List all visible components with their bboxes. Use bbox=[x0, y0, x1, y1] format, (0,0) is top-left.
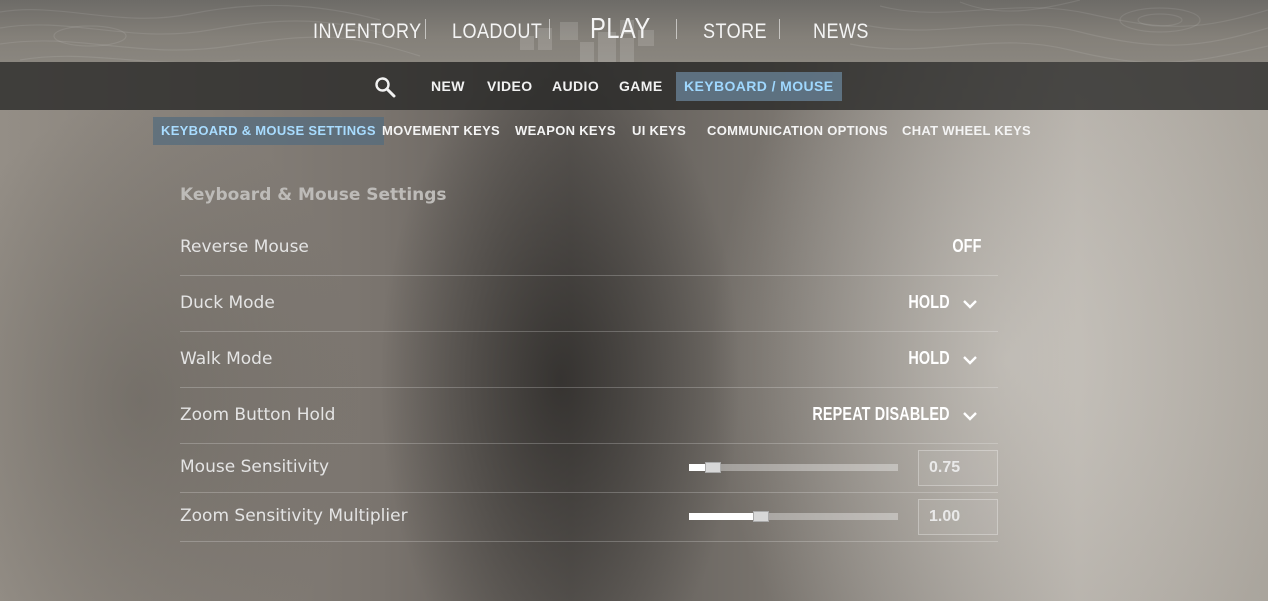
settings-tab-video[interactable]: VIDEO bbox=[479, 72, 541, 101]
nav-separator bbox=[676, 19, 677, 39]
setting-row-reverse-mouse: Reverse Mouse OFF bbox=[180, 220, 998, 276]
category-tab-ui-keys[interactable]: UI KEYS bbox=[624, 117, 694, 145]
slider-fill bbox=[689, 513, 761, 520]
settings-tab-game[interactable]: GAME bbox=[611, 72, 671, 101]
nav-separator bbox=[779, 19, 780, 39]
settings-nav-bar: NEW VIDEO AUDIO GAME KEYBOARD / MOUSE bbox=[0, 62, 1268, 110]
settings-tab-audio[interactable]: AUDIO bbox=[544, 72, 607, 101]
mouse-sensitivity-slider[interactable] bbox=[689, 462, 898, 473]
chevron-down-icon[interactable] bbox=[962, 299, 978, 309]
nav-loadout[interactable]: LOADOUT bbox=[452, 14, 542, 50]
nav-inventory[interactable]: INVENTORY bbox=[313, 14, 422, 50]
chevron-down-icon[interactable] bbox=[962, 355, 978, 365]
zoom-sensitivity-slider[interactable] bbox=[689, 511, 898, 522]
setting-row-walk-mode: Walk Mode HOLD bbox=[180, 332, 998, 388]
setting-row-mouse-sensitivity: Mouse Sensitivity 0.75 bbox=[180, 444, 998, 493]
nav-play[interactable]: PLAY bbox=[590, 11, 651, 47]
walk-mode-dropdown[interactable]: HOLD bbox=[909, 348, 950, 369]
setting-row-zoom-button-hold: Zoom Button Hold REPEAT DISABLED bbox=[180, 388, 998, 444]
setting-row-zoom-sensitivity-multiplier: Zoom Sensitivity Multiplier 1.00 bbox=[180, 493, 998, 542]
setting-label: Reverse Mouse bbox=[180, 237, 309, 257]
duck-mode-dropdown[interactable]: HOLD bbox=[909, 292, 950, 313]
zoom-sensitivity-input[interactable]: 1.00 bbox=[918, 499, 998, 535]
setting-row-duck-mode: Duck Mode HOLD bbox=[180, 276, 998, 332]
category-tab-chat-wheel-keys[interactable]: CHAT WHEEL KEYS bbox=[894, 117, 1039, 145]
mouse-sensitivity-input[interactable]: 0.75 bbox=[918, 450, 998, 486]
slider-handle[interactable] bbox=[705, 462, 721, 473]
nav-news[interactable]: NEWS bbox=[813, 14, 869, 50]
category-tab-communication-options[interactable]: COMMUNICATION OPTIONS bbox=[699, 117, 896, 145]
zoom-button-hold-dropdown[interactable]: REPEAT DISABLED bbox=[813, 404, 950, 425]
nav-store[interactable]: STORE bbox=[703, 14, 767, 50]
chevron-down-icon[interactable] bbox=[962, 411, 978, 421]
main-nav-bar: INVENTORY LOADOUT PLAY STORE NEWS bbox=[0, 0, 1268, 62]
setting-label: Zoom Button Hold bbox=[180, 405, 336, 425]
slider-handle[interactable] bbox=[753, 511, 769, 522]
settings-tab-new[interactable]: NEW bbox=[423, 72, 473, 101]
settings-tab-keyboard-mouse[interactable]: KEYBOARD / MOUSE bbox=[676, 72, 842, 101]
category-tab-keyboard-mouse-settings[interactable]: KEYBOARD & MOUSE SETTINGS bbox=[153, 117, 384, 145]
nav-separator bbox=[549, 19, 550, 39]
reverse-mouse-toggle[interactable]: OFF bbox=[953, 236, 982, 257]
category-tab-weapon-keys[interactable]: WEAPON KEYS bbox=[507, 117, 624, 145]
category-tab-movement-keys[interactable]: MOVEMENT KEYS bbox=[374, 117, 508, 145]
search-icon[interactable] bbox=[374, 76, 396, 98]
section-title: Keyboard & Mouse Settings bbox=[180, 185, 447, 205]
setting-label: Walk Mode bbox=[180, 349, 273, 369]
setting-label: Zoom Sensitivity Multiplier bbox=[180, 506, 408, 526]
setting-label: Mouse Sensitivity bbox=[180, 457, 330, 477]
nav-separator bbox=[425, 19, 426, 39]
setting-label: Duck Mode bbox=[180, 293, 275, 313]
